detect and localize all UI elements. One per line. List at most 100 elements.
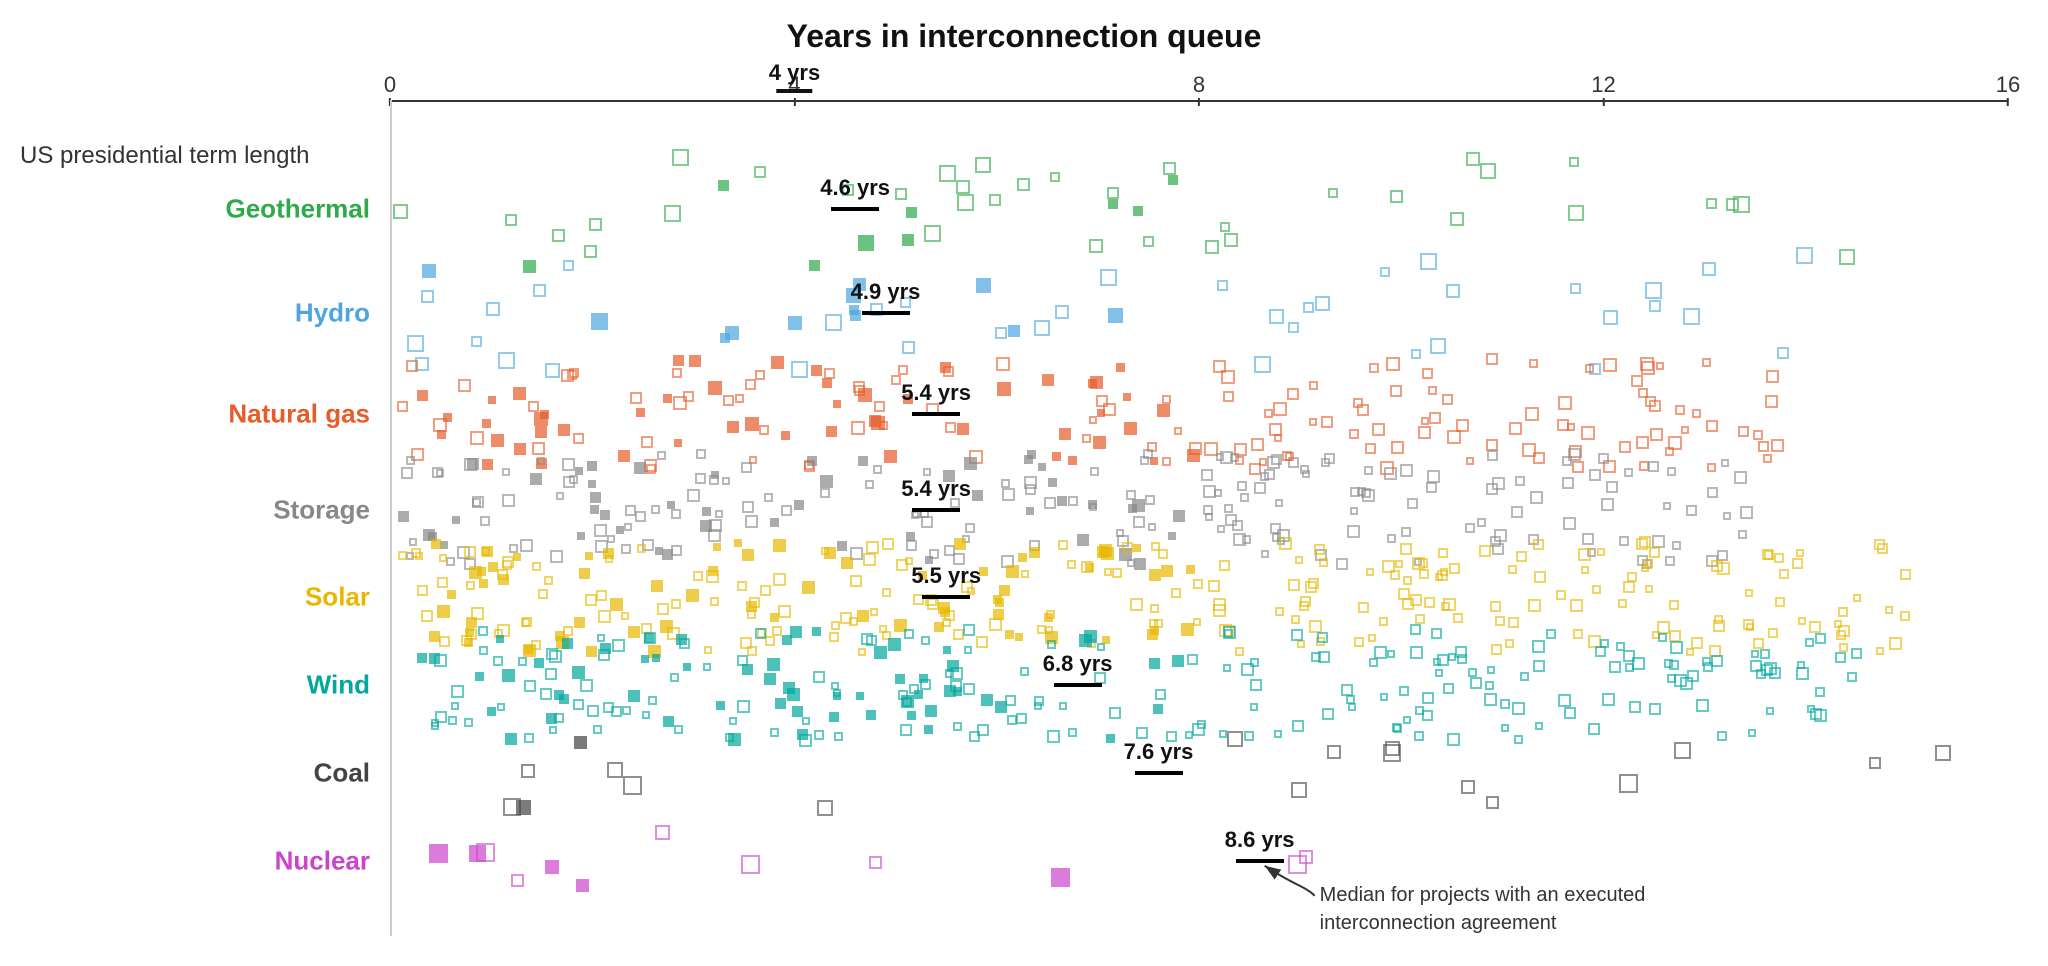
data-point: [851, 421, 865, 435]
data-point: [1711, 655, 1723, 667]
data-point: [493, 656, 503, 666]
data-point: [1442, 394, 1453, 405]
data-point: [624, 523, 632, 531]
data-point: [1674, 674, 1687, 687]
data-point: [670, 673, 679, 682]
data-point: [635, 511, 646, 522]
data-point: [831, 682, 839, 690]
data-point: [686, 589, 699, 602]
data-point: [841, 557, 853, 569]
data-point: [775, 698, 786, 709]
data-point: [642, 711, 650, 719]
data-point: [1768, 628, 1778, 638]
data-point: [1155, 689, 1166, 700]
axis-tick-16: 16: [1996, 72, 2020, 98]
data-point: [1214, 489, 1222, 497]
data-point: [1364, 466, 1373, 475]
data-point: [1418, 426, 1431, 439]
data-point: [696, 449, 706, 459]
data-point: [929, 549, 939, 559]
data-point: [1740, 506, 1753, 519]
data-point: [850, 575, 862, 587]
data-point: [969, 731, 980, 742]
data-point: [1059, 702, 1067, 710]
data-point: [1468, 668, 1477, 677]
data-point: [1686, 648, 1694, 656]
data-point: [1649, 300, 1661, 312]
data-point: [1433, 658, 1441, 666]
data-point: [1109, 707, 1121, 719]
data-point: [898, 690, 908, 700]
data-point: [1520, 672, 1529, 681]
data-point: [1390, 190, 1403, 203]
data-point: [466, 581, 475, 590]
data-point: [1480, 163, 1496, 179]
data-point: [902, 234, 914, 246]
data-point: [700, 520, 712, 532]
median-label-nuclear: 8.6 yrs: [1225, 827, 1295, 853]
data-point: [1185, 731, 1193, 739]
data-point: [1235, 647, 1244, 656]
data-point: [1738, 530, 1747, 539]
data-point: [965, 523, 975, 533]
data-point: [741, 462, 752, 473]
data-point: [429, 653, 440, 664]
data-point: [1714, 615, 1723, 624]
data-point: [1766, 707, 1774, 715]
data-point: [546, 648, 558, 660]
data-point: [1585, 364, 1594, 373]
data-point: [1723, 512, 1731, 520]
data-point: [1403, 576, 1412, 585]
data-point: [1133, 206, 1143, 216]
data-point: [1269, 423, 1282, 436]
data-point: [593, 725, 602, 734]
data-point: [1486, 353, 1498, 365]
row-label-hydro: Hydro: [295, 298, 370, 329]
data-point: [1275, 499, 1283, 507]
data-point: [1706, 198, 1717, 209]
data-point: [1595, 646, 1606, 657]
data-point: [1702, 262, 1716, 276]
data-point: [854, 385, 865, 396]
data-point: [1354, 637, 1364, 647]
data-point: [1424, 597, 1435, 608]
data-point: [574, 617, 585, 628]
data-point: [537, 457, 545, 465]
data-point: [742, 501, 754, 513]
data-point: [575, 467, 583, 475]
data-point: [829, 632, 839, 642]
data-point: [1020, 667, 1029, 676]
data-point: [704, 646, 712, 654]
data-point: [713, 543, 721, 551]
data-point: [1321, 416, 1333, 428]
data-point: [1415, 706, 1424, 715]
data-point: [559, 694, 569, 704]
median-line-geothermal: [831, 207, 879, 211]
data-point: [863, 553, 876, 566]
data-point: [648, 696, 657, 705]
data-point: [502, 468, 510, 476]
data-point: [802, 717, 810, 725]
data-point: [1068, 456, 1077, 465]
data-point: [544, 576, 553, 585]
data-point: [813, 671, 825, 683]
data-point: [580, 679, 593, 692]
data-point: [1224, 504, 1233, 513]
data-point: [824, 368, 835, 379]
data-point: [1564, 707, 1576, 719]
data-point: [1410, 624, 1421, 635]
data-point: [1107, 187, 1119, 199]
data-point: [429, 631, 440, 642]
data-point: [1847, 672, 1857, 682]
data-point: [1681, 426, 1689, 434]
data-point: [1130, 598, 1143, 611]
data-point: [920, 679, 931, 690]
data-point: [1347, 525, 1360, 538]
data-point: [1514, 735, 1523, 744]
data-point: [1769, 667, 1781, 679]
data-point: [1645, 585, 1653, 593]
data-point: [479, 646, 488, 655]
data-point: [1044, 497, 1056, 509]
data-point: [471, 336, 482, 347]
data-point: [1387, 534, 1396, 543]
